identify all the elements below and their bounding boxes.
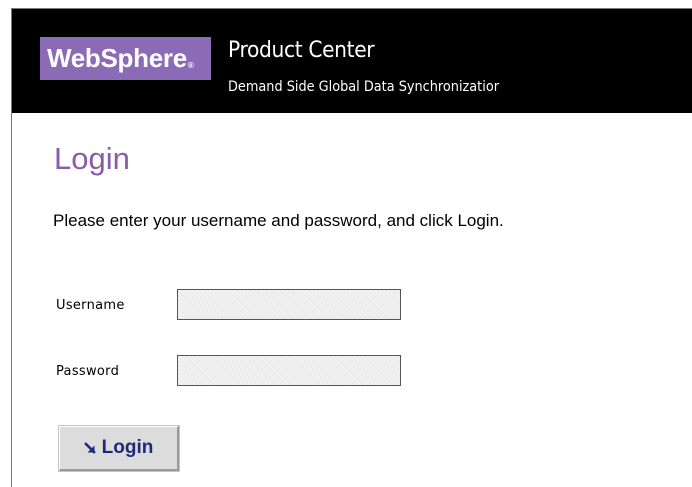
login-button-label: Login [101,437,154,458]
login-button[interactable]: Login [58,425,180,472]
username-label: Username [56,298,125,313]
username-input[interactable] [177,289,401,320]
registered-mark: ® [187,60,194,70]
product-subtitle: Demand Side Global Data Synchronizatior [228,79,499,95]
page-frame: WebSphere® Product Center Demand Side Gl… [11,8,692,487]
product-title: Product Center [228,38,375,63]
password-input[interactable] [177,355,401,386]
login-instructions: Please enter your username and password,… [53,211,504,230]
arrow-down-right-icon [83,441,97,455]
header-banner: WebSphere® Product Center Demand Side Gl… [12,9,692,113]
page-title: Login [54,141,130,176]
websphere-logo-text: WebSphere [47,43,187,73]
password-label: Password [56,364,120,379]
websphere-logo: WebSphere® [40,37,211,80]
